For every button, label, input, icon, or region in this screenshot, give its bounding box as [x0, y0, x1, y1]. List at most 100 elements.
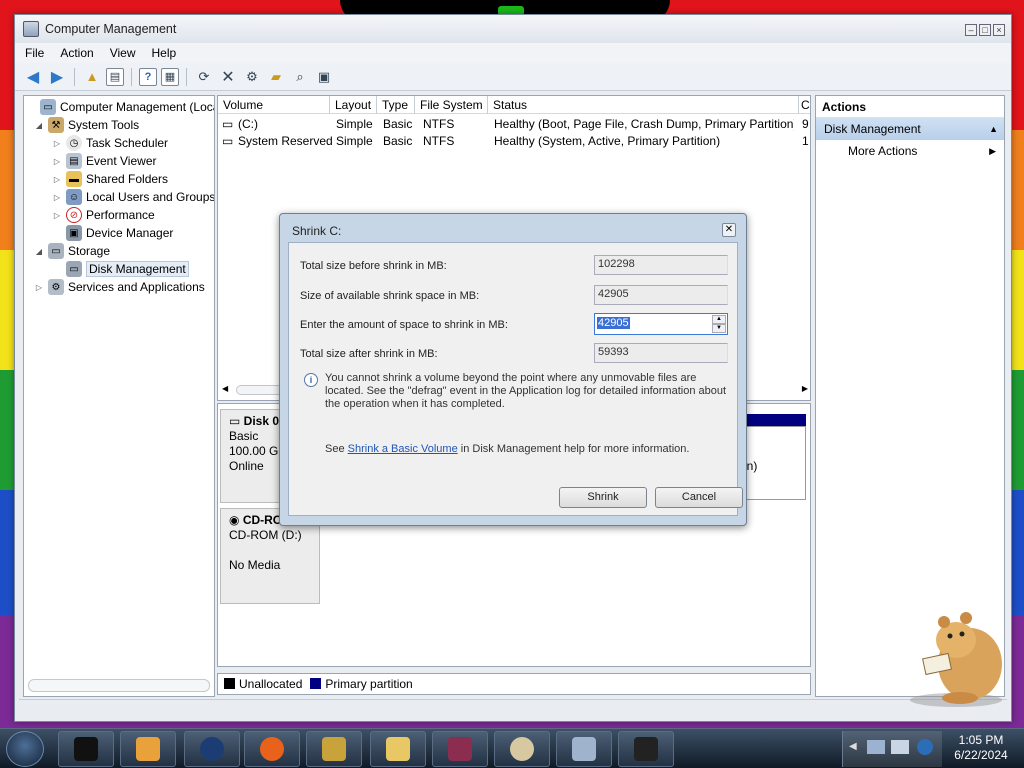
column-status[interactable]: Status	[488, 96, 799, 114]
partition-legend: Unallocated Primary partition	[217, 673, 811, 695]
shrink-button[interactable]: Shrink	[559, 487, 647, 508]
search-icon[interactable]: ⌕	[290, 67, 310, 87]
open-folder-icon[interactable]: ▰	[266, 67, 286, 87]
column-file-system[interactable]: File System	[415, 96, 488, 114]
tree-item-performance[interactable]: ▷ ⊘ Performance	[52, 206, 155, 224]
taskbar-app-box[interactable]	[306, 731, 362, 767]
shrink-basic-volume-link[interactable]: Shrink a Basic Volume	[348, 443, 458, 455]
volume-icon[interactable]	[917, 739, 933, 755]
tree-item-storage[interactable]: ◢ ▭ Storage	[34, 242, 110, 260]
taskbar-clock[interactable]: 1:05 PM 6/22/2024	[942, 733, 1020, 763]
start-button[interactable]	[6, 731, 44, 767]
unallocated-swatch	[224, 678, 235, 689]
tree-item-event-viewer[interactable]: ▷ ▤ Event Viewer	[52, 152, 156, 170]
cdrom-icon: ◉	[229, 513, 243, 527]
refresh-icon[interactable]: ⟳	[194, 67, 214, 87]
tree-item-shared-folders[interactable]: ▷ ▬ Shared Folders	[52, 170, 168, 188]
display-icon[interactable]	[891, 740, 909, 754]
tree-item-services-applications[interactable]: ▷ ⚙ Services and Applications	[34, 278, 205, 296]
shrink-amount-stepper[interactable]: 42905 ▲ ▼	[594, 313, 728, 335]
expand-icon[interactable]: ▷	[52, 157, 62, 166]
menu-file[interactable]: File	[25, 46, 44, 60]
taskbar-app-2[interactable]	[120, 731, 176, 767]
menu-view[interactable]: View	[110, 46, 136, 60]
tree-item-computer-management[interactable]: ▭ Computer Management (Local	[26, 98, 214, 116]
stepper-up-icon[interactable]: ▲	[712, 315, 726, 324]
column-capacity[interactable]: C	[799, 96, 810, 114]
tree-item-task-scheduler[interactable]: ▷ ◷ Task Scheduler	[52, 134, 168, 152]
tree-item-disk-management[interactable]: ▭ Disk Management	[52, 260, 189, 278]
primary-partition-bar	[738, 414, 806, 426]
collapse-up-icon[interactable]: ▲	[989, 118, 998, 140]
properties-view-icon[interactable]: ▦	[161, 67, 179, 86]
cdrom-state: No Media	[229, 558, 281, 572]
column-type[interactable]: Type	[377, 96, 415, 114]
scroll-left-icon[interactable]: ◀	[222, 384, 228, 393]
cancel-button[interactable]: Cancel	[655, 487, 743, 508]
navigation-tree: ▭ Computer Management (Local ◢ ⚒ System Too…	[23, 95, 215, 697]
column-layout[interactable]: Layout	[330, 96, 377, 114]
toolbar-separator	[74, 67, 75, 86]
menu-action[interactable]: Action	[60, 46, 93, 60]
tree-item-device-manager[interactable]: ▣ Device Manager	[52, 224, 173, 242]
window-controls: – □ ×	[965, 24, 1005, 36]
services-icon: ⚙	[48, 279, 64, 295]
expand-icon[interactable]: ▷	[52, 193, 62, 202]
actions-section-disk-management[interactable]: Disk Management ▲	[816, 118, 1004, 140]
tree-item-system-tools[interactable]: ◢ ⚒ System Tools	[34, 116, 139, 134]
device-icon: ▣	[66, 225, 82, 241]
shrink-amount-input[interactable]: 42905	[597, 317, 630, 329]
help-icon[interactable]: ?	[139, 67, 157, 86]
expand-icon[interactable]: ▷	[34, 283, 44, 292]
taskbar-app-console[interactable]	[618, 731, 674, 767]
tree-horizontal-scrollbar[interactable]	[28, 679, 210, 692]
status-bar	[19, 699, 1007, 719]
partition-c[interactable]: on)	[738, 426, 806, 500]
shrink-note: You cannot shrink a volume beyond the po…	[325, 372, 727, 410]
taskbar-app-3[interactable]	[184, 731, 240, 767]
taskbar-app-1[interactable]	[58, 731, 114, 767]
scroll-right-icon[interactable]: ▶	[802, 384, 808, 393]
taskbar-app-archiver[interactable]	[432, 731, 488, 767]
taskbar-app-firefox[interactable]	[244, 731, 300, 767]
settings-icon[interactable]: ⚙	[242, 67, 262, 87]
tree-item-local-users[interactable]: ▷ ☺ Local Users and Groups	[52, 188, 214, 206]
column-volume[interactable]: Volume	[218, 96, 330, 114]
expand-icon[interactable]: ▷	[52, 139, 62, 148]
taskbar: ◀ 1:05 PM 6/22/2024	[0, 728, 1024, 768]
dialog-title: Shrink C:	[292, 224, 342, 238]
tray-expand-icon[interactable]: ◀	[849, 741, 857, 752]
collapse-icon[interactable]: ◢	[34, 121, 44, 130]
available-space-label: Size of available shrink space in MB:	[300, 290, 480, 302]
taskbar-app-computer-management[interactable]	[556, 731, 612, 767]
show-hide-tree-icon[interactable]: ▤	[106, 67, 124, 86]
delete-icon[interactable]: ✕	[218, 67, 238, 87]
minimize-button[interactable]: –	[965, 24, 977, 36]
back-arrow-icon[interactable]: ◀	[23, 67, 43, 87]
menu-bar: File Action View Help	[15, 43, 1011, 63]
export-list-icon[interactable]: ▣	[314, 67, 334, 87]
toolbar: ◀ ▶ ▲ ▤ ? ▦ ⟳ ✕ ⚙ ▰ ⌕ ▣	[15, 63, 1011, 91]
more-actions-item[interactable]: More Actions ▶	[816, 140, 1004, 162]
forward-arrow-icon[interactable]: ▶	[47, 67, 67, 87]
hamster-mascot-image	[910, 612, 1002, 707]
total-size-label: Total size before shrink in MB:	[300, 260, 447, 272]
media-player-icon	[136, 737, 160, 761]
close-button[interactable]: ×	[993, 24, 1005, 36]
network-icon[interactable]	[867, 740, 885, 754]
console-icon	[634, 737, 658, 761]
title-bar[interactable]: Computer Management – □ ×	[15, 15, 1011, 43]
expand-icon[interactable]: ▷	[52, 211, 62, 220]
up-folder-icon[interactable]: ▲	[82, 67, 102, 87]
dialog-close-button[interactable]: ✕	[722, 223, 736, 237]
collapse-icon[interactable]: ◢	[34, 247, 44, 256]
menu-help[interactable]: Help	[152, 46, 177, 60]
stepper-down-icon[interactable]: ▼	[712, 324, 726, 333]
available-space-value: 42905	[594, 285, 728, 305]
submenu-arrow-icon: ▶	[989, 146, 996, 156]
computer-management-icon	[572, 737, 596, 761]
expand-icon[interactable]: ▷	[52, 175, 62, 184]
taskbar-app-folder[interactable]	[370, 731, 426, 767]
taskbar-app-paint[interactable]	[494, 731, 550, 767]
maximize-button[interactable]: □	[979, 24, 991, 36]
